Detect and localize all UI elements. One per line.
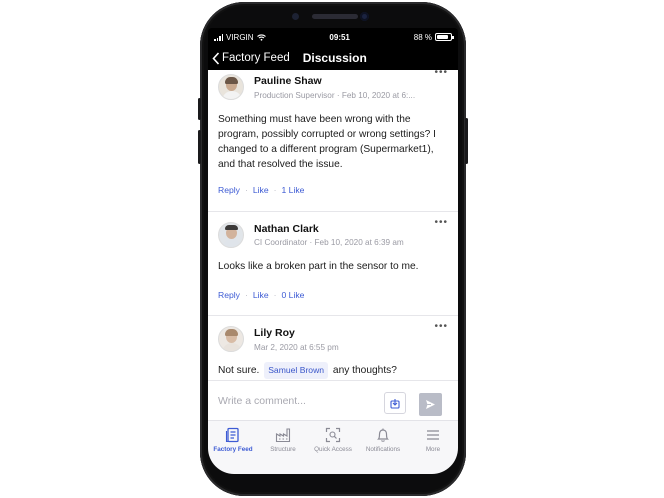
clock: 09:51 [329, 32, 350, 42]
comment-input[interactable] [218, 391, 368, 411]
separator: · [244, 185, 248, 195]
comment-item: Pauline Shaw Production Supervisor · Feb… [208, 70, 458, 212]
attach-button[interactable] [384, 392, 406, 414]
comment-author[interactable]: Lily Roy [254, 327, 295, 339]
tab-more[interactable]: More [408, 421, 458, 474]
app-screen: VIRGIN 09:51 88 % Factory Feed Discussio… [208, 28, 458, 474]
chevron-left-icon [212, 51, 220, 65]
tab-label: More [425, 446, 441, 453]
reply-button[interactable]: Reply [218, 290, 240, 300]
user-mention[interactable]: Samuel Brown [264, 362, 329, 379]
front-camera [360, 12, 369, 21]
reply-button[interactable]: Reply [218, 185, 240, 195]
comment-text: Looks like a broken part in the sensor t… [218, 261, 419, 272]
feed-icon [225, 427, 239, 443]
comment-author[interactable]: Nathan Clark [254, 223, 319, 235]
comment-item: Nathan Clark CI Coordinator · Feb 10, 20… [208, 212, 458, 316]
back-label: Factory Feed [222, 52, 290, 64]
comment-text-end: any thoughts? [332, 365, 397, 376]
comment-author[interactable]: Pauline Shaw [254, 75, 322, 87]
tab-quick-access[interactable]: Quick Access [308, 421, 358, 474]
comment-list[interactable]: Pauline Shaw Production Supervisor · Feb… [208, 70, 458, 380]
separator: · [244, 290, 248, 300]
back-button[interactable]: Factory Feed [212, 51, 290, 65]
battery-percent: 88 % [413, 32, 432, 42]
tab-label: Structure [270, 446, 296, 453]
more-options-icon[interactable]: ••• [434, 321, 448, 332]
avatar[interactable] [218, 222, 244, 248]
status-bar: VIRGIN 09:51 88 % [208, 28, 458, 46]
comment-item: Lily Roy Mar 2, 2020 at 6:55 pm ••• Not … [208, 316, 458, 380]
avatar[interactable] [218, 74, 244, 100]
tab-label: Factory Feed [213, 446, 253, 453]
like-count[interactable]: 1 Like [282, 185, 305, 195]
like-button[interactable]: Like [253, 185, 269, 195]
more-options-icon[interactable]: ••• [434, 217, 448, 228]
like-count[interactable]: 0 Like [282, 290, 305, 300]
wifi-icon [256, 33, 266, 41]
proximity-sensor [292, 13, 299, 20]
tab-bar: Factory Feed Structure Quick Access Noti… [208, 420, 458, 474]
tab-factory-feed[interactable]: Factory Feed [208, 421, 258, 474]
comment-text-start: Not sure. [218, 365, 260, 376]
comment-text: Not sure. Samuel Brown any thoughts? [218, 362, 450, 379]
phone-frame: VIRGIN 09:51 88 % Factory Feed Discussio… [198, 2, 468, 496]
earpiece-speaker [312, 14, 358, 19]
send-icon [426, 400, 435, 409]
phone-side-button [465, 118, 468, 164]
comment-text: Something must have been wrong with the … [218, 114, 437, 170]
separator: · [273, 290, 277, 300]
menu-icon [427, 430, 439, 440]
carrier-label: VIRGIN [226, 32, 254, 42]
comment-actions: Reply · Like · 0 Like [218, 290, 304, 300]
comment-composer [208, 380, 458, 420]
tab-structure[interactable]: Structure [258, 421, 308, 474]
signal-icon [214, 33, 223, 41]
like-button[interactable]: Like [253, 290, 269, 300]
avatar[interactable] [218, 326, 244, 352]
battery-icon [434, 33, 454, 41]
scan-icon [325, 427, 341, 443]
comment-meta: Mar 2, 2020 at 6:55 pm [254, 343, 339, 352]
more-options-icon[interactable]: ••• [434, 70, 448, 78]
phone-side-button [198, 98, 201, 120]
page-title: Discussion [302, 51, 367, 65]
send-button[interactable] [419, 393, 442, 416]
tab-notifications[interactable]: Notifications [358, 421, 408, 474]
phone-side-button [198, 130, 201, 164]
comment-meta: Production Supervisor · Feb 10, 2020 at … [254, 91, 416, 100]
bell-icon [377, 428, 389, 442]
comment-actions: Reply · Like · 1 Like [218, 185, 304, 195]
navigation-bar: Factory Feed Discussion [208, 46, 458, 70]
tab-label: Quick Access [314, 446, 352, 453]
separator: · [273, 185, 277, 195]
attachment-icon [390, 398, 400, 409]
tab-label: Notifications [365, 446, 401, 453]
factory-icon [275, 428, 291, 443]
comment-meta: CI Coordinator · Feb 10, 2020 at 6:39 am [254, 238, 404, 247]
